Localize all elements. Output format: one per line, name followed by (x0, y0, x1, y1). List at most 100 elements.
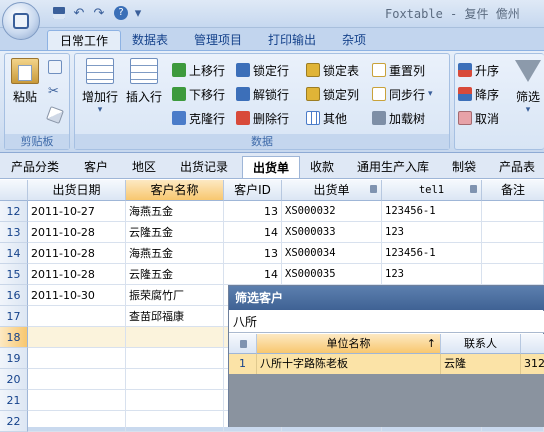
cell-customer-name[interactable]: 海燕五金 (126, 243, 224, 264)
dialog-row-number[interactable]: 1 (229, 354, 257, 374)
cell-customer-id[interactable]: 13 (224, 201, 282, 222)
column-header-ship-order[interactable]: 出货单 (282, 180, 382, 201)
cell-customer-name[interactable]: 海燕五金 (126, 201, 224, 222)
cell-ship-date[interactable] (28, 369, 126, 390)
dialog-column-header-unit-name[interactable]: 单位名称 ↑ (257, 334, 441, 354)
cell-ship-order[interactable]: XS000033 (282, 222, 382, 243)
cell-ship-date[interactable] (28, 411, 126, 432)
cell-tel1[interactable]: 123456-1 (382, 243, 482, 264)
cut-icon[interactable]: ✂ (48, 84, 59, 99)
dialog-cell-extra[interactable]: 3121 (521, 354, 544, 374)
tab-manage-project[interactable]: 管理项目 (182, 30, 254, 51)
undo-icon[interactable]: ↶ (70, 5, 88, 21)
cell-customer-name[interactable]: 查苗邱福康 (126, 306, 224, 327)
tab-daily-work[interactable]: 日常工作 (47, 30, 122, 51)
clone-row-button[interactable]: 克隆行 (172, 108, 225, 128)
sheet-tab-region[interactable]: 地区 (122, 156, 166, 178)
column-header-customer-name[interactable]: 客户名称 (126, 180, 224, 201)
cell-ship-order[interactable]: XS000034 (282, 243, 382, 264)
sheet-tab-products[interactable]: 产品表 (490, 156, 544, 178)
cell-customer-id[interactable]: 14 (224, 222, 282, 243)
cell-ship-date[interactable]: 2011-10-28 (28, 222, 126, 243)
cell-ship-date[interactable] (28, 327, 126, 348)
cell-ship-date[interactable]: 2011-10-27 (28, 201, 126, 222)
cell-customer-name[interactable] (126, 348, 224, 369)
row-number[interactable]: 13 (0, 222, 28, 243)
cell-tel1[interactable]: 123 (382, 264, 482, 285)
cell-ship-order[interactable]: XS000035 (282, 264, 382, 285)
format-painter-icon[interactable] (46, 106, 64, 125)
cell-notes[interactable] (482, 222, 544, 243)
cell-notes[interactable] (482, 201, 544, 222)
row-number[interactable]: 18 (0, 327, 28, 348)
lock-row-button[interactable]: 锁定行 (236, 60, 289, 80)
sheet-tab-bag-making[interactable]: 制袋 (442, 156, 486, 178)
copy-icon[interactable] (48, 60, 62, 77)
cell-customer-name[interactable]: 振荣腐竹厂 (126, 285, 224, 306)
cell-ship-date[interactable]: 2011-10-28 (28, 264, 126, 285)
add-row-button[interactable]: 增加行 ▾ (80, 58, 120, 115)
cancel-sort-button[interactable]: 取消 (458, 108, 499, 128)
cell-customer-name[interactable] (126, 327, 224, 348)
cell-ship-date[interactable]: 2011-10-30 (28, 285, 126, 306)
row-number[interactable]: 22 (0, 411, 28, 432)
filter-button[interactable]: 筛选 ▾ (512, 58, 544, 115)
other-button[interactable]: 其他 (306, 108, 347, 128)
sheet-tab-production-inbound[interactable]: 通用生产入库 (348, 156, 438, 178)
cell-tel1[interactable]: 123 (382, 222, 482, 243)
row-number[interactable]: 19 (0, 348, 28, 369)
redo-icon[interactable]: ↷ (90, 5, 108, 21)
cell-tel1[interactable]: 123456-1 (382, 201, 482, 222)
cell-ship-date[interactable] (28, 390, 126, 411)
lock-column-button[interactable]: 锁定列 (306, 84, 359, 104)
row-number[interactable]: 17 (0, 306, 28, 327)
paste-button[interactable]: 粘贴 (8, 58, 42, 105)
save-icon[interactable] (50, 5, 68, 21)
sort-ascending-button[interactable]: 升序 (458, 60, 499, 80)
sheet-tab-receipts[interactable]: 收款 (300, 156, 344, 178)
help-icon[interactable]: ? (112, 5, 130, 21)
cell-notes[interactable] (482, 243, 544, 264)
lock-table-button[interactable]: 锁定表 (306, 60, 359, 80)
row-number[interactable]: 14 (0, 243, 28, 264)
unlock-row-button[interactable]: 解锁行 (236, 84, 289, 104)
cell-customer-name[interactable] (126, 369, 224, 390)
cell-notes[interactable] (482, 264, 544, 285)
cell-customer-name[interactable] (126, 390, 224, 411)
delete-row-button[interactable]: 删除行 (236, 108, 289, 128)
sheet-tab-product-category[interactable]: 产品分类 (4, 156, 66, 178)
dialog-search-input[interactable]: 八所 (229, 311, 544, 333)
row-number[interactable]: 16 (0, 285, 28, 306)
move-up-button[interactable]: 上移行 (172, 60, 225, 80)
cell-customer-id[interactable]: 13 (224, 243, 282, 264)
row-number[interactable]: 20 (0, 369, 28, 390)
cell-customer-name[interactable]: 云隆五金 (126, 222, 224, 243)
sheet-tab-shipment-records[interactable]: 出货记录 (170, 156, 238, 178)
sheet-tab-shipment-order[interactable]: 出货单 (242, 156, 300, 178)
sync-row-button[interactable]: 同步行 ▾ (372, 84, 433, 104)
cell-ship-order[interactable]: XS000032 (282, 201, 382, 222)
cell-customer-name[interactable] (126, 411, 224, 432)
move-down-button[interactable]: 下移行 (172, 84, 225, 104)
tab-misc[interactable]: 杂项 (330, 30, 378, 51)
cell-customer-id[interactable]: 14 (224, 264, 282, 285)
column-header-tel1[interactable]: tel1 (382, 180, 482, 201)
dialog-column-header-extra[interactable] (521, 334, 544, 354)
cell-ship-date[interactable] (28, 306, 126, 327)
dialog-cell-contact[interactable]: 云隆 (441, 354, 521, 374)
column-header-customer-id[interactable]: 客户ID (224, 180, 282, 201)
row-number[interactable]: 21 (0, 390, 28, 411)
reset-column-button[interactable]: 重置列 (372, 60, 425, 80)
grid-corner[interactable] (0, 180, 28, 201)
dialog-cell-unit-name[interactable]: 八所十字路陈老板 (257, 354, 441, 374)
cell-customer-name[interactable]: 云隆五金 (126, 264, 224, 285)
sheet-tab-customer[interactable]: 客户 (74, 156, 118, 178)
cell-ship-date[interactable] (28, 348, 126, 369)
dropdown-icon[interactable]: ▾ (133, 5, 143, 21)
dialog-grid-corner[interactable] (229, 334, 257, 354)
load-tree-button[interactable]: 加载树 (372, 108, 425, 128)
dialog-column-header-contact[interactable]: 联系人 (441, 334, 521, 354)
column-header-notes[interactable]: 备注 (482, 180, 544, 201)
sort-descending-button[interactable]: 降序 (458, 84, 499, 104)
tab-data-table[interactable]: 数据表 (120, 30, 180, 51)
